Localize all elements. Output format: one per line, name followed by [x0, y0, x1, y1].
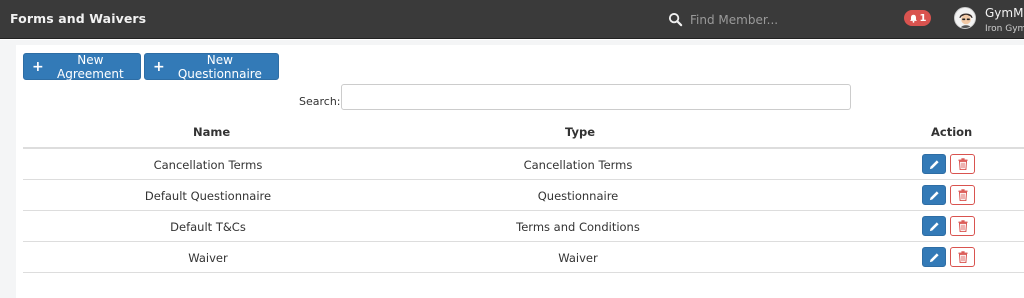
row-type: Cancellation Terms: [523, 158, 633, 172]
new-agreement-label: New Agreement: [57, 52, 124, 81]
plus-icon: +: [153, 58, 165, 75]
delete-button[interactable]: [950, 185, 975, 205]
user-gym: Iron Gym ...: [985, 24, 1024, 34]
table-row: Default T&Cs Terms and Conditions: [23, 211, 1024, 242]
table-row: Waiver Waiver: [23, 242, 1024, 273]
content-area: + New Agreement + New Questionnaire Sear…: [0, 40, 1024, 298]
top-navbar: Forms and Waivers 1 GymMas Iron Gym ...: [0, 0, 1024, 39]
new-questionnaire-button[interactable]: + New Questionnaire: [144, 52, 279, 81]
search-icon[interactable]: [668, 12, 683, 27]
edit-button[interactable]: [922, 154, 946, 174]
user-avatar-icon: [955, 8, 975, 28]
bell-icon: [909, 14, 917, 23]
avatar[interactable]: [954, 7, 976, 29]
table-search-label: Search:: [299, 95, 341, 108]
trash-icon: [958, 189, 967, 201]
table-row: Cancellation Terms Cancellation Terms: [23, 149, 1024, 180]
column-header-action: Action: [931, 125, 973, 139]
user-name[interactable]: GymMas: [985, 6, 1024, 20]
table-row: Default Questionnaire Questionnaire: [23, 180, 1024, 211]
row-name: Default T&Cs: [170, 220, 246, 234]
row-name: Waiver: [188, 251, 228, 265]
notification-badge[interactable]: 1: [904, 10, 931, 26]
pencil-icon: [929, 252, 939, 262]
pencil-icon: [929, 159, 939, 169]
trash-icon: [958, 251, 967, 263]
delete-button[interactable]: [950, 247, 975, 267]
row-type: Questionnaire: [537, 189, 619, 203]
new-agreement-button[interactable]: + New Agreement: [23, 52, 141, 81]
new-questionnaire-label: New Questionnaire: [177, 52, 262, 81]
notification-count: 1: [919, 12, 927, 24]
row-type: Waiver: [558, 251, 598, 265]
edit-button[interactable]: [922, 216, 946, 236]
trash-icon: [958, 158, 967, 170]
forms-panel: + New Agreement + New Questionnaire Sear…: [16, 45, 1024, 298]
page-title: Forms and Waivers: [10, 11, 147, 26]
delete-button[interactable]: [950, 216, 975, 236]
delete-button[interactable]: [950, 154, 975, 174]
edit-button[interactable]: [922, 185, 946, 205]
pencil-icon: [929, 190, 939, 200]
pencil-icon: [929, 221, 939, 231]
column-header-type[interactable]: Type: [565, 125, 595, 139]
plus-icon: +: [32, 58, 44, 75]
edit-button[interactable]: [922, 247, 946, 267]
column-header-name[interactable]: Name: [193, 125, 230, 139]
row-name: Default Questionnaire: [144, 189, 272, 203]
row-name: Cancellation Terms: [153, 158, 263, 172]
trash-icon: [958, 220, 967, 232]
row-type: Terms and Conditions: [516, 220, 640, 234]
table-search-input[interactable]: [341, 84, 851, 110]
member-search-input[interactable]: [690, 9, 890, 31]
